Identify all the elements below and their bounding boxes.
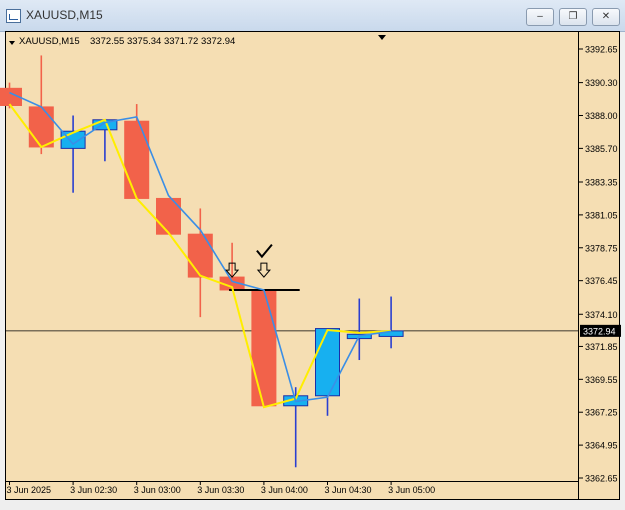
x-tick-label: 3 Jun 05:00 <box>388 485 435 495</box>
x-tick-label: 3 Jun 2025 <box>7 485 52 495</box>
y-tick-label: 3378.75 <box>585 243 618 253</box>
y-tick-label: 3374.10 <box>585 310 618 320</box>
current-price-label: 3372.94 <box>583 326 616 336</box>
candle-body <box>251 289 277 407</box>
chart-symbol-label: XAUUSD,M15 <box>19 36 80 47</box>
y-tick-label: 3376.45 <box>585 276 618 286</box>
y-tick-label: 3381.05 <box>585 210 618 220</box>
x-tick-label: 3 Jun 03:00 <box>134 485 181 495</box>
y-tick-label: 3385.70 <box>585 144 618 154</box>
candle-body <box>28 106 54 148</box>
y-tick-label: 3364.95 <box>585 441 618 451</box>
check-icon <box>256 243 273 259</box>
header-marker <box>9 41 15 45</box>
y-tick-label: 3392.65 <box>585 45 618 55</box>
x-tick-label: 3 Jun 04:30 <box>325 485 372 495</box>
y-tick-label: 3383.35 <box>585 177 618 187</box>
chart-ohlc-label: 3372.55 3375.34 3371.72 3372.94 <box>90 36 235 47</box>
candle-body <box>187 233 213 278</box>
x-tick-label: 3 Jun 04:00 <box>261 485 308 495</box>
signal-arrow-down-icon <box>256 262 271 278</box>
y-tick-label: 3367.25 <box>585 408 618 418</box>
x-tick-label: 3 Jun 03:30 <box>197 485 244 495</box>
price-chart[interactable]: XAUUSD,M15 3372.55 3375.34 3371.72 3372.… <box>0 0 625 510</box>
y-tick-label: 3390.30 <box>585 78 618 88</box>
candle-body <box>124 120 150 199</box>
y-tick-label: 3388.00 <box>585 111 618 121</box>
shift-marker <box>378 35 386 40</box>
y-tick-label: 3362.65 <box>585 474 618 484</box>
x-tick-label: 3 Jun 02:30 <box>70 485 117 495</box>
y-tick-label: 3371.85 <box>585 342 618 352</box>
y-tick-label: 3369.55 <box>585 375 618 385</box>
candle-body <box>315 328 340 397</box>
